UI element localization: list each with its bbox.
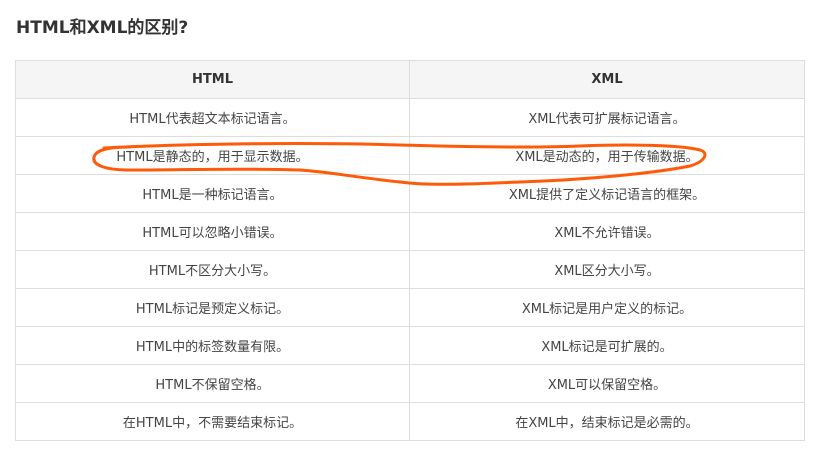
table-cell-html: HTML代表超文本标记语言。: [15, 98, 410, 137]
comparison-table: HTML XML HTML代表超文本标记语言。 XML代表可扩展标记语言。 HT…: [15, 60, 805, 441]
table-cell-html: HTML中的标签数量有限。: [15, 326, 410, 365]
table-cell-xml: XML标记是可扩展的。: [409, 326, 805, 365]
page-title: HTML和XML的区别?: [16, 18, 189, 38]
table-cell-xml: XML不允许错误。: [409, 212, 805, 251]
table-row: HTML标记是预定义标记。 XML标记是用户定义的标记。: [15, 288, 805, 327]
column-header-html: HTML: [15, 60, 410, 99]
table-cell-xml: XML提供了定义标记语言的框架。: [409, 174, 805, 213]
table-cell-xml: 在XML中，结束标记是必需的。: [409, 402, 805, 441]
table-cell-xml: XML可以保留空格。: [409, 364, 805, 403]
table-cell-xml: XML标记是用户定义的标记。: [409, 288, 805, 327]
table-cell-html: HTML不区分大小写。: [15, 250, 410, 289]
table-cell-html: HTML可以忽略小错误。: [15, 212, 410, 251]
table-row: HTML不区分大小写。 XML区分大小写。: [15, 250, 805, 289]
table-row: HTML不保留空格。 XML可以保留空格。: [15, 364, 805, 403]
table-cell-html: 在HTML中，不需要结束标记。: [15, 402, 410, 441]
table-cell-html: HTML不保留空格。: [15, 364, 410, 403]
table-row: HTML是静态的，用于显示数据。 XML是动态的，用于传输数据。: [15, 136, 805, 175]
table-header-row: HTML XML: [15, 60, 805, 99]
table-cell-html: HTML标记是预定义标记。: [15, 288, 410, 327]
table-cell-xml: XML区分大小写。: [409, 250, 805, 289]
table-cell-html: HTML是静态的，用于显示数据。: [15, 136, 410, 175]
table-cell-xml: XML代表可扩展标记语言。: [409, 98, 805, 137]
table-row: HTML代表超文本标记语言。 XML代表可扩展标记语言。: [15, 98, 805, 137]
table-row: 在HTML中，不需要结束标记。 在XML中，结束标记是必需的。: [15, 402, 805, 441]
table-row: HTML是一种标记语言。 XML提供了定义标记语言的框架。: [15, 174, 805, 213]
table-row: HTML中的标签数量有限。 XML标记是可扩展的。: [15, 326, 805, 365]
table-cell-xml: XML是动态的，用于传输数据。: [409, 136, 805, 175]
table-cell-html: HTML是一种标记语言。: [15, 174, 410, 213]
column-header-xml: XML: [409, 60, 805, 99]
table-row: HTML可以忽略小错误。 XML不允许错误。: [15, 212, 805, 251]
